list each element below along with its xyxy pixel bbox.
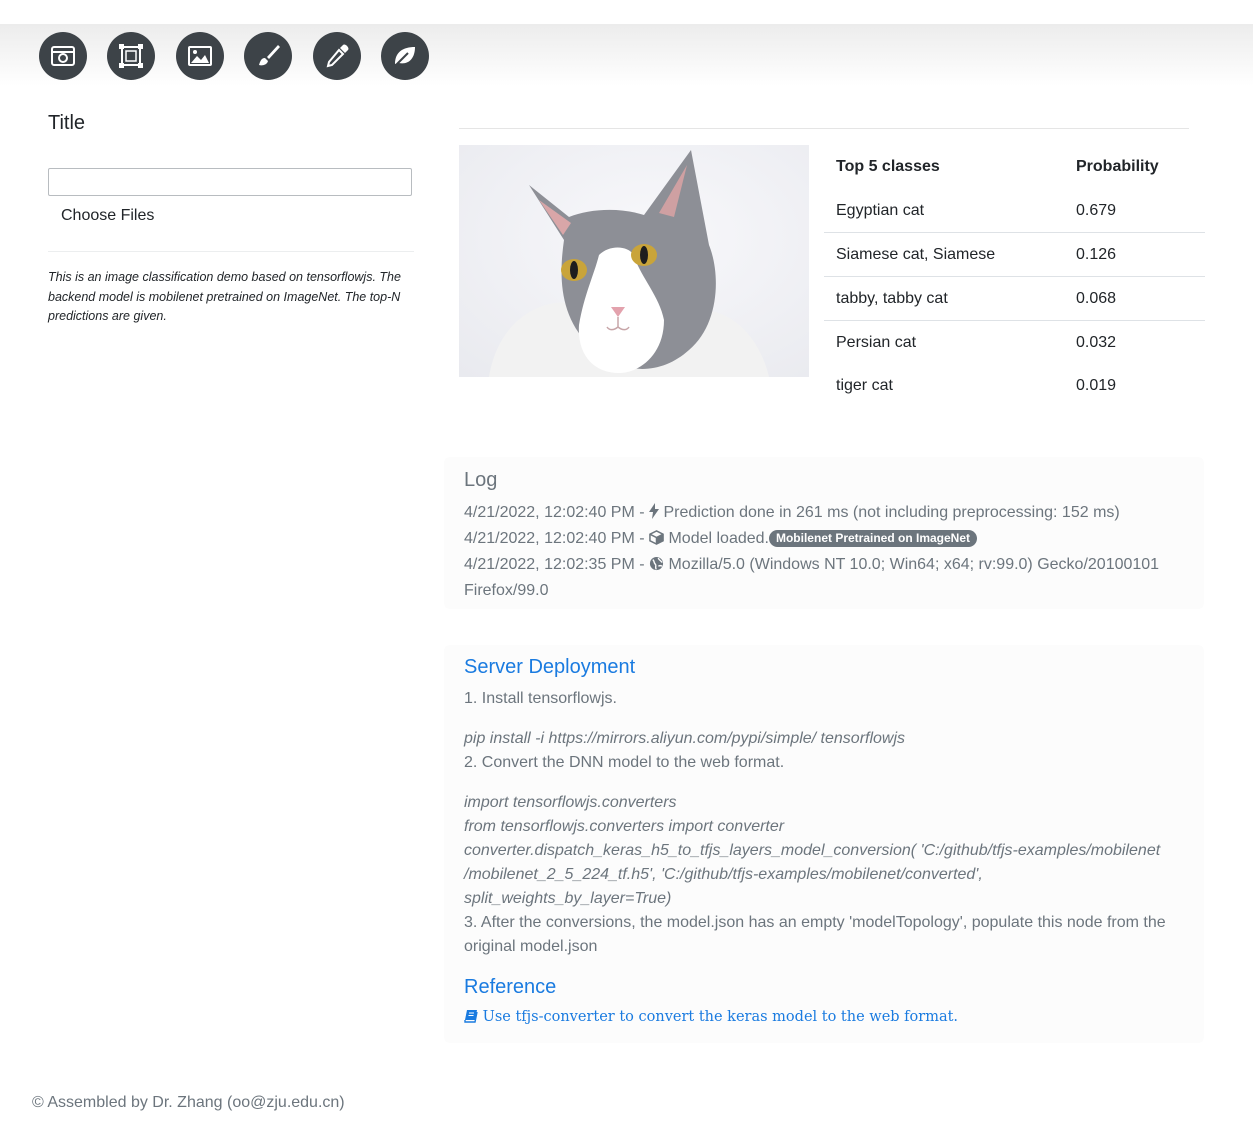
model-badge: Mobilenet Pretrained on ImageNet: [768, 530, 978, 547]
log-timestamp: 4/21/2022, 12:02:40 PM -: [464, 530, 650, 547]
input-cat-image: [459, 145, 809, 377]
column-header-probability: Probability: [1076, 158, 1159, 175]
table-header-row: Top 5 classes Probability: [824, 145, 1205, 189]
log-entries: 4/21/2022, 12:02:40 PM - Prediction done…: [464, 501, 1184, 603]
leaf-icon: [394, 47, 415, 67]
leaf-button[interactable]: [381, 32, 429, 80]
conversion-code: import tensorflowjs.converters from tens…: [464, 791, 1184, 911]
choose-files-button[interactable]: Choose Files: [61, 207, 154, 225]
cube-icon: [649, 529, 664, 553]
reference-link-text[interactable]: Use tfjs-converter to convert the keras …: [483, 1009, 958, 1025]
table-row: Siamese cat, Siamese 0.126: [824, 232, 1205, 277]
predictions-table: Top 5 classes Probability Egyptian cat 0…: [824, 145, 1205, 407]
class-probability: 0.032: [1064, 320, 1205, 364]
sidebar-title: Title: [48, 112, 86, 134]
column-header-classes: Top 5 classes: [836, 158, 940, 175]
log-title: Log: [464, 469, 498, 491]
brush-button[interactable]: [244, 32, 292, 80]
class-label: Persian cat: [824, 320, 1064, 364]
globe-icon: [649, 555, 664, 579]
table-row: tiger cat 0.019: [824, 364, 1205, 407]
class-probability: 0.068: [1064, 276, 1205, 321]
book-icon: [464, 1009, 478, 1027]
demo-description: This is an image classification demo bas…: [48, 270, 401, 323]
divider: [48, 251, 414, 252]
install-command: pip install -i https://mirrors.aliyun.co…: [464, 730, 906, 747]
code-line: from tensorflowjs.converters import conv…: [464, 818, 785, 835]
log-entry: 4/21/2022, 12:02:40 PM - Prediction done…: [464, 501, 1184, 527]
title-input[interactable]: [48, 168, 412, 196]
eyedropper-button[interactable]: [313, 32, 361, 80]
eyedropper-icon: [326, 44, 349, 68]
image-button[interactable]: [176, 32, 224, 80]
step-3: 3. After the conversions, the model.json…: [464, 914, 1166, 955]
crop-frame-button[interactable]: [107, 32, 155, 80]
step-2: 2. Convert the DNN model to the web form…: [464, 754, 785, 771]
class-label: Egyptian cat: [836, 201, 925, 219]
log-message: Prediction done in 261 ms (not including…: [663, 504, 1120, 521]
camera-window-button[interactable]: [39, 32, 87, 80]
log-timestamp: 4/21/2022, 12:02:40 PM -: [464, 504, 650, 521]
code-line: import tensorflowjs.converters: [464, 794, 677, 811]
brush-icon: [259, 45, 280, 66]
reference-title: Reference: [464, 976, 557, 998]
table-row: Egyptian cat 0.679: [824, 189, 1205, 233]
class-label: Siamese cat, Siamese: [824, 232, 1064, 277]
reference-link[interactable]: Use tfjs-converter to convert the keras …: [464, 1009, 958, 1027]
class-probability: 0.679: [1076, 201, 1117, 219]
bolt-icon: [649, 503, 660, 527]
table-row: tabby, tabby cat 0.068: [824, 276, 1205, 321]
crop-frame-icon: [119, 44, 143, 68]
step-1: 1. Install tensorflowjs.: [464, 690, 617, 707]
image-icon: [188, 46, 212, 66]
log-message: Model loaded.: [668, 530, 769, 547]
class-label: tiger cat: [836, 376, 893, 394]
table-row: Persian cat 0.032: [824, 320, 1205, 364]
deployment-title: Server Deployment: [464, 656, 636, 678]
log-timestamp: 4/21/2022, 12:02:35 PM -: [464, 556, 650, 573]
camera-window-icon: [51, 46, 75, 66]
divider: [459, 128, 1189, 129]
log-entry: 4/21/2022, 12:02:40 PM - Model loaded. Mo…: [464, 527, 1184, 553]
log-panel: Log 4/21/2022, 12:02:40 PM - Prediction …: [444, 457, 1204, 609]
class-label: tabby, tabby cat: [824, 276, 1064, 321]
class-probability: 0.019: [1076, 376, 1117, 394]
class-probability: 0.126: [1064, 232, 1205, 277]
deployment-panel: Server Deployment 1. Install tensorflowj…: [444, 645, 1204, 1043]
code-line: converter.dispatch_keras_h5_to_tfjs_laye…: [464, 842, 1161, 907]
log-entry: 4/21/2022, 12:02:35 PM - Mozilla/5.0 (Wi…: [464, 553, 1184, 603]
toolbar: [0, 24, 1253, 86]
footer-credit: © Assembled by Dr. Zhang (oo@zju.edu.cn): [32, 1094, 345, 1111]
